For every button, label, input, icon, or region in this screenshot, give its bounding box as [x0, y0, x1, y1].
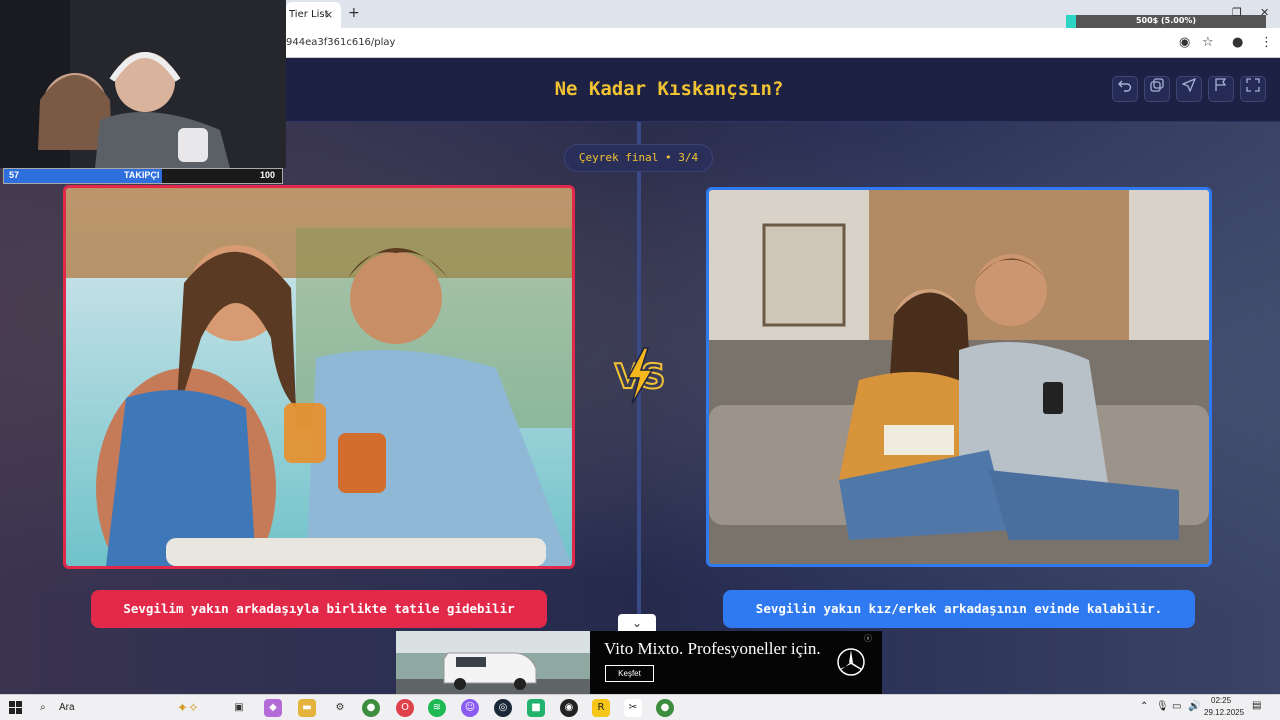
- search-icon: ⌕: [40, 702, 46, 713]
- tab-close-icon[interactable]: ×: [324, 8, 333, 21]
- fullscreen-button[interactable]: [1240, 76, 1266, 102]
- taskbar: ⌕ Ara ✦✧ ▣ ◆ ▬ ⚙ ● O ≋ ☺ ◎ ■ ◉ R ✂ ● ⌃ 🎙…: [0, 694, 1280, 720]
- chevron-down-icon: ⌄: [631, 616, 643, 630]
- windows-start-icon[interactable]: [9, 701, 22, 714]
- ad-banner[interactable]: Vito Mixto. Profesyoneller için. Keşfet …: [396, 631, 882, 694]
- follower-label: TAKIPÇI: [124, 170, 160, 180]
- restore-window-icon[interactable]: ❐: [1232, 6, 1242, 19]
- follower-goal-bar: 57 TAKIPÇI 100: [3, 168, 283, 184]
- page-title: Ne Kadar Kıskançsın?: [554, 78, 784, 100]
- settings-gear-icon[interactable]: ⚙: [331, 699, 349, 717]
- option-label-right[interactable]: Sevgilin yakın kız/erkek arkadaşının evi…: [723, 590, 1195, 628]
- notification-icon[interactable]: ▤: [1252, 700, 1261, 711]
- ad-cta-button[interactable]: Keşfet: [605, 665, 654, 682]
- task-view-icon[interactable]: ▣: [230, 699, 248, 717]
- menu-icon[interactable]: ⋮: [1260, 35, 1273, 50]
- screen: Tier List × + 500$ (5.00%) ❐ ✕ 944ea3f36…: [0, 0, 1280, 720]
- follower-target: 100: [260, 170, 276, 180]
- url-field[interactable]: 944ea3f361c616/play: [286, 37, 395, 48]
- obs-icon[interactable]: ◉: [560, 699, 578, 717]
- microphone-icon[interactable]: 🎙: [1156, 701, 1169, 712]
- copy-button[interactable]: [1144, 76, 1170, 102]
- search-placeholder: Ara: [59, 702, 75, 713]
- capcut-icon[interactable]: ✂: [624, 699, 642, 717]
- webcam-overlay: [0, 0, 286, 168]
- close-window-icon[interactable]: ✕: [1260, 6, 1269, 19]
- undo-button[interactable]: [1112, 76, 1138, 102]
- browser-tab-bar: Tier List × + 500$ (5.00%) ❐ ✕: [286, 0, 1280, 29]
- clock-time: 02:25: [1211, 696, 1232, 705]
- address-bar: 944ea3f361c616/play ◉ ☆ ● ⋮: [286, 28, 1280, 58]
- volume-icon[interactable]: 🔊: [1188, 701, 1200, 712]
- steam-icon[interactable]: ◎: [494, 699, 512, 717]
- vs-lightning-icon: VS: [614, 347, 666, 405]
- chrome-active-icon[interactable]: ●: [656, 699, 674, 717]
- report-button[interactable]: [1208, 76, 1234, 102]
- tab-title: Tier List: [289, 9, 329, 20]
- clock-date: 29.12.2025: [1204, 708, 1245, 717]
- discord-icon[interactable]: ☺: [461, 699, 479, 717]
- spotify-icon[interactable]: ≋: [428, 699, 446, 717]
- copilot-sparkle-icon: ✦✧: [177, 700, 199, 715]
- new-tab-button[interactable]: +: [348, 5, 360, 21]
- beach-couple-image: [66, 188, 572, 566]
- option-card-left[interactable]: [63, 185, 575, 569]
- app-header: Ne Kadar Kıskançsın?: [286, 58, 1280, 122]
- webcam-video: [0, 0, 286, 168]
- ad-close-icon[interactable]: ⓧ: [864, 633, 872, 644]
- browser-tab[interactable]: Tier List ×: [286, 2, 341, 28]
- game-app-icon[interactable]: ■: [527, 699, 545, 717]
- fullscreen-icon: [1246, 78, 1260, 92]
- profile-avatar[interactable]: ●: [1232, 35, 1243, 50]
- opera-icon[interactable]: O: [396, 699, 414, 717]
- chrome-icon[interactable]: ●: [362, 699, 380, 717]
- option-label-left[interactable]: Sevgilim yakın arkadaşıyla birlikte tati…: [91, 590, 547, 628]
- home-couple-image: [709, 190, 1209, 564]
- taskbar-search[interactable]: ⌕ Ara ✦✧: [32, 697, 220, 719]
- star-icon[interactable]: ☆: [1202, 35, 1214, 50]
- center-divider: [637, 122, 641, 694]
- ad-expand-button[interactable]: ⌄: [618, 614, 656, 632]
- round-indicator: Çeyrek final • 3/4: [564, 144, 713, 172]
- flag-icon: [1215, 78, 1227, 91]
- r-app-icon[interactable]: R: [592, 699, 610, 717]
- option-card-right[interactable]: [706, 187, 1212, 567]
- undo-icon: [1118, 80, 1132, 92]
- copilot-app-icon[interactable]: ◆: [264, 699, 282, 717]
- follower-current: 57: [9, 170, 20, 180]
- mercedes-logo: [837, 648, 865, 676]
- eye-off-icon[interactable]: ◉: [1179, 35, 1190, 50]
- share-button[interactable]: [1176, 76, 1202, 102]
- file-explorer-icon[interactable]: ▬: [298, 699, 316, 717]
- ad-headline: Vito Mixto. Profesyoneller için.: [604, 639, 821, 658]
- network-icon[interactable]: ▭: [1172, 701, 1181, 712]
- tray-chevron-up-icon[interactable]: ⌃: [1140, 701, 1148, 712]
- copy-icon: [1150, 78, 1164, 92]
- send-icon: [1181, 77, 1197, 93]
- van-ad-image: [396, 631, 590, 694]
